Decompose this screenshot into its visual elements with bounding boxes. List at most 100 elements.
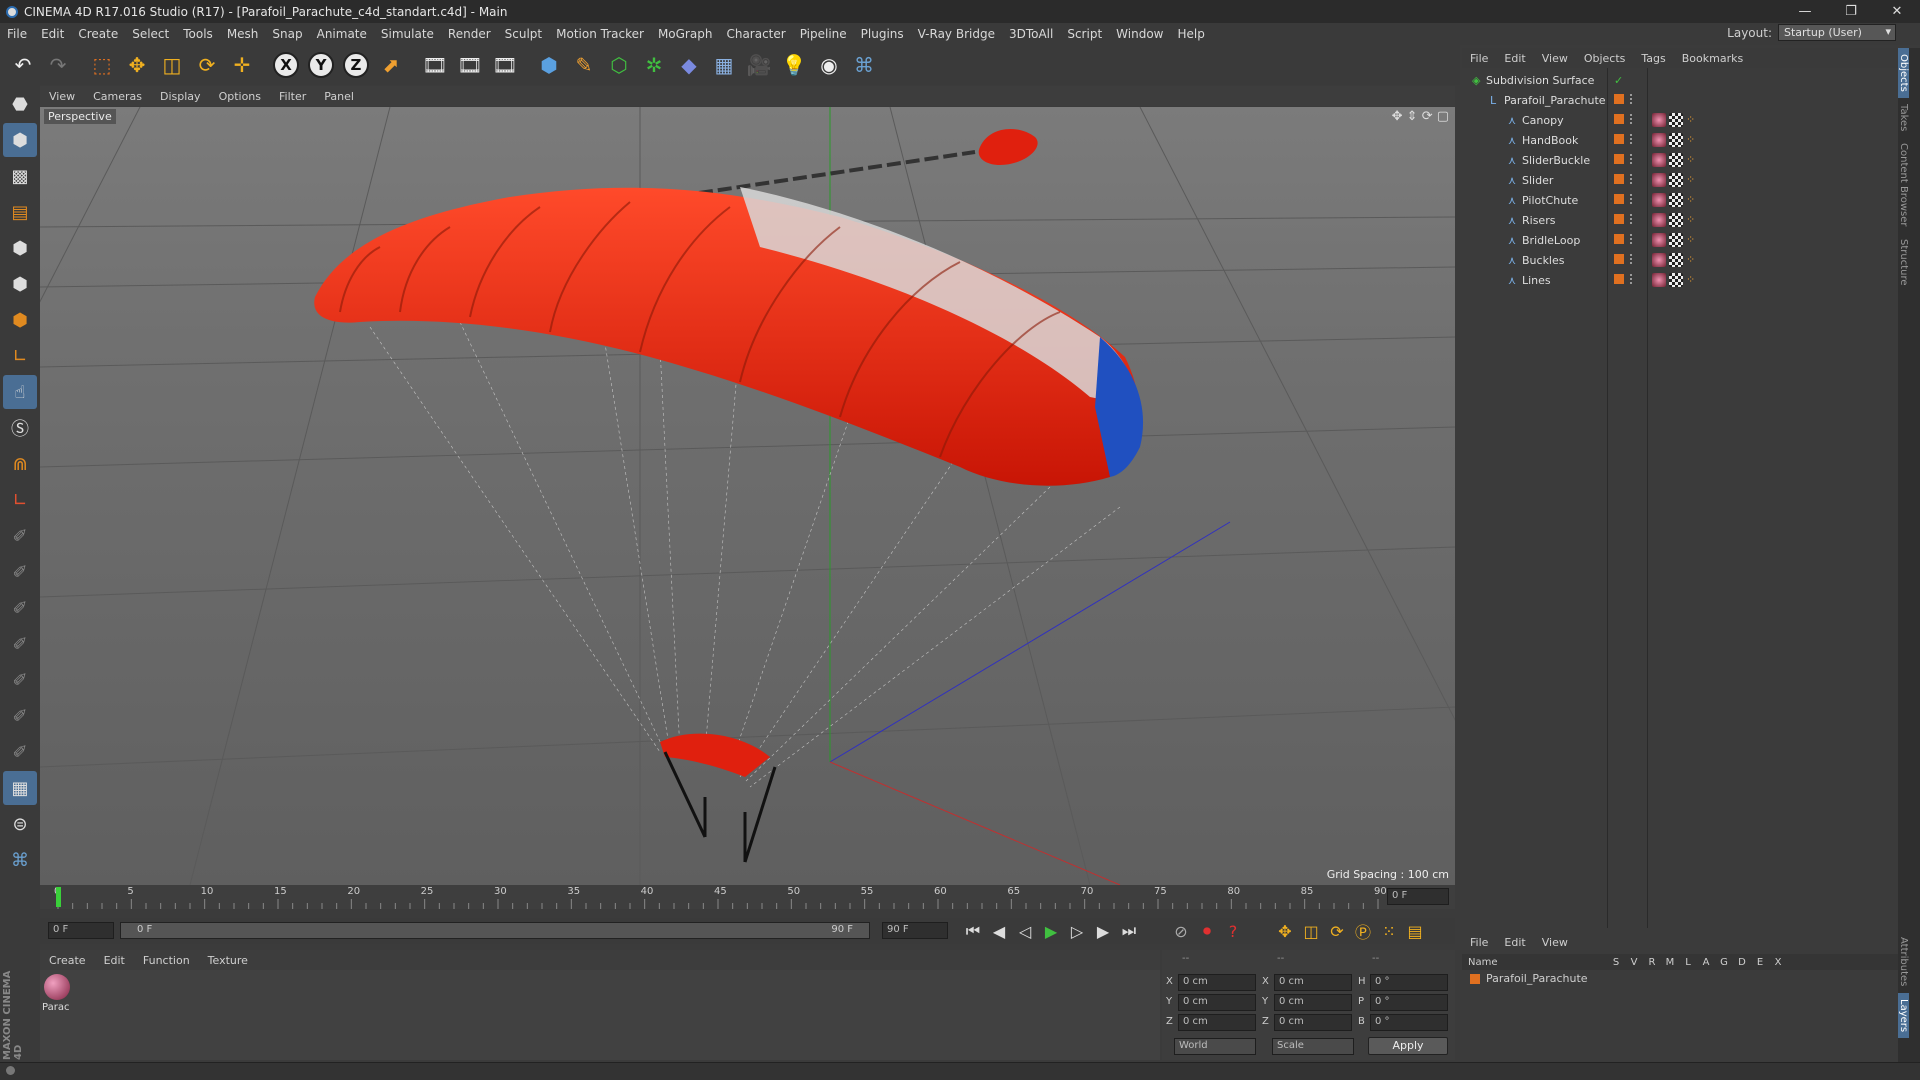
side-tab-takes[interactable]: Takes	[1898, 98, 1909, 137]
layer-row[interactable]: Parafoil_Parachute	[1470, 972, 1588, 985]
play-icon[interactable]: ▶	[1038, 918, 1064, 944]
objects-menu-bookmarks[interactable]: Bookmarks	[1674, 52, 1751, 65]
sculpt-brush-3-icon[interactable]: ✐	[3, 591, 37, 625]
object-row-pilotchute[interactable]: ⋏ PilotChute ⁘	[1462, 190, 1898, 210]
object-row-sliderbuckle[interactable]: ⋏ SliderBuckle ⁘	[1462, 150, 1898, 170]
menu-item-animate[interactable]: Animate	[310, 27, 374, 41]
render-view-icon[interactable]: 🎞	[418, 48, 452, 82]
menu-item-simulate[interactable]: Simulate	[374, 27, 441, 41]
phong-tag-icon[interactable]: ⁘	[1686, 193, 1700, 207]
texture-tag-icon[interactable]	[1669, 133, 1683, 147]
apply-button[interactable]: Apply	[1368, 1037, 1448, 1055]
go-to-start-icon[interactable]: ⏮	[960, 918, 986, 944]
phong-tag-icon[interactable]: ⁘	[1686, 173, 1700, 187]
sculpt-brush-5-icon[interactable]: ✐	[3, 663, 37, 697]
material-tag-icon[interactable]	[1652, 133, 1666, 147]
layer-column-header[interactable]: A	[1697, 957, 1715, 968]
coord-a-field-0[interactable]: 0 cm	[1178, 974, 1256, 991]
mograph-icon[interactable]: ✲	[637, 48, 671, 82]
layers-menu-file[interactable]: File	[1462, 936, 1496, 949]
coordinate-scale-select[interactable]: Scale	[1272, 1038, 1354, 1055]
current-frame-field[interactable]: 0 F	[1387, 888, 1449, 905]
menu-item-mesh[interactable]: Mesh	[220, 27, 266, 41]
texture-tag-icon[interactable]	[1669, 153, 1683, 167]
coord-b-field-1[interactable]: 0 cm	[1274, 994, 1352, 1011]
material-swatch[interactable]	[44, 974, 70, 1000]
deformer-icon[interactable]: ◆	[672, 48, 706, 82]
texture-tag-icon[interactable]	[1669, 253, 1683, 267]
next-key-icon[interactable]: ▶	[1090, 918, 1116, 944]
objects-menu-edit[interactable]: Edit	[1496, 52, 1533, 65]
next-frame-icon[interactable]: ▷	[1064, 918, 1090, 944]
transform-icon[interactable]: ✛	[225, 48, 259, 82]
light-icon[interactable]: 💡	[777, 48, 811, 82]
viewport-menu-options[interactable]: Options	[210, 90, 270, 103]
texture-tag-icon[interactable]	[1669, 113, 1683, 127]
visibility-dots-icon[interactable]	[1630, 214, 1633, 224]
previous-key-icon[interactable]: ◀	[986, 918, 1012, 944]
phong-tag-icon[interactable]: ⁘	[1686, 233, 1700, 247]
material-tag-icon[interactable]	[1652, 233, 1666, 247]
viewport-menu-panel[interactable]: Panel	[315, 90, 363, 103]
objects-menu-objects[interactable]: Objects	[1576, 52, 1634, 65]
tweak-mode-icon[interactable]: ☝	[3, 375, 37, 409]
make-editable-icon[interactable]: ⬣	[3, 87, 37, 121]
side-tab-objects[interactable]: Objects	[1898, 48, 1909, 98]
material-tag-icon[interactable]	[1652, 213, 1666, 227]
menu-item-select[interactable]: Select	[125, 27, 176, 41]
key-parameter-icon[interactable]: Ⓟ	[1350, 918, 1376, 944]
layers-menu-edit[interactable]: Edit	[1496, 936, 1533, 949]
coord-c-field-0[interactable]: 0 °	[1370, 974, 1448, 991]
perspective-viewport[interactable]: Perspective Grid Spacing : 100 cm ✥ ⇕ ⟳ …	[40, 107, 1455, 885]
start-frame-field[interactable]: 0 F	[48, 922, 114, 939]
viewport-menu-cameras[interactable]: Cameras	[84, 90, 151, 103]
material-menu-create[interactable]: Create	[40, 954, 95, 967]
material-tag-icon[interactable]	[1652, 153, 1666, 167]
key-position-icon[interactable]: ✥	[1272, 918, 1298, 944]
texture-tag-icon[interactable]	[1669, 193, 1683, 207]
object-row-subdivision-surface[interactable]: ◈ Subdivision Surface ✓	[1462, 70, 1898, 90]
sculpt-brush-7-icon[interactable]: ✐	[3, 735, 37, 769]
coord-a-field-2[interactable]: 0 cm	[1178, 1014, 1256, 1031]
side-tab-layers[interactable]: Layers	[1898, 992, 1909, 1038]
visibility-dots-icon[interactable]	[1630, 134, 1633, 144]
material-menu-function[interactable]: Function	[134, 954, 199, 967]
object-row-risers[interactable]: ⋏ Risers ⁘	[1462, 210, 1898, 230]
scale-icon[interactable]: ◫	[155, 48, 189, 82]
rotate-icon[interactable]: ⟳	[190, 48, 224, 82]
camera-icon[interactable]: 🎥	[742, 48, 776, 82]
coord-b-field-0[interactable]: 0 cm	[1274, 974, 1352, 991]
floor-icon[interactable]: ▦	[707, 48, 741, 82]
visibility-dots-icon[interactable]	[1630, 274, 1633, 284]
layout-select[interactable]: Startup (User)	[1778, 24, 1896, 41]
menu-item-help[interactable]: Help	[1170, 27, 1211, 41]
python-script-icon[interactable]: ⌘	[3, 843, 37, 877]
texture-tag-icon[interactable]	[1669, 233, 1683, 247]
workplane-axis-icon[interactable]: ∟	[3, 483, 37, 517]
menu-item-sculpt[interactable]: Sculpt	[498, 27, 549, 41]
edges-mode-icon[interactable]: ⬢	[3, 267, 37, 301]
coord-a-field-1[interactable]: 0 cm	[1178, 994, 1256, 1011]
layer-column-header[interactable]: S	[1607, 957, 1625, 968]
layer-column-header[interactable]: Name	[1462, 957, 1607, 968]
phong-tag-icon[interactable]: ⁘	[1686, 253, 1700, 267]
layer-column-header[interactable]: E	[1751, 957, 1769, 968]
material-tag-icon[interactable]	[1652, 273, 1666, 287]
cube-icon[interactable]: ⬢	[532, 48, 566, 82]
material-menu-edit[interactable]: Edit	[95, 954, 134, 967]
objects-menu-view[interactable]: View	[1534, 52, 1576, 65]
material-tag-icon[interactable]	[1652, 193, 1666, 207]
phong-tag-icon[interactable]: ⁘	[1686, 133, 1700, 147]
visibility-dots-icon[interactable]	[1630, 114, 1633, 124]
polygons-mode-icon[interactable]: ⬢	[3, 303, 37, 337]
viewport-navigation-icons[interactable]: ✥ ⇕ ⟳ ▢	[1392, 109, 1449, 124]
workplane-icon[interactable]: ▤	[3, 195, 37, 229]
grid-icon[interactable]: ▦	[3, 771, 37, 805]
coord-c-field-1[interactable]: 0 °	[1370, 994, 1448, 1011]
object-row-bridleloop[interactable]: ⋏ BridleLoop ⁘	[1462, 230, 1898, 250]
timeline-ruler[interactable]: 051015202530354045505560657075808590 0 F	[40, 885, 1455, 909]
redo-icon[interactable]: ↷	[41, 48, 75, 82]
move-icon[interactable]: ✥	[120, 48, 154, 82]
render-picture-viewer-icon[interactable]: 🎞	[453, 48, 487, 82]
solo-icon[interactable]: Ⓢ	[3, 411, 37, 445]
